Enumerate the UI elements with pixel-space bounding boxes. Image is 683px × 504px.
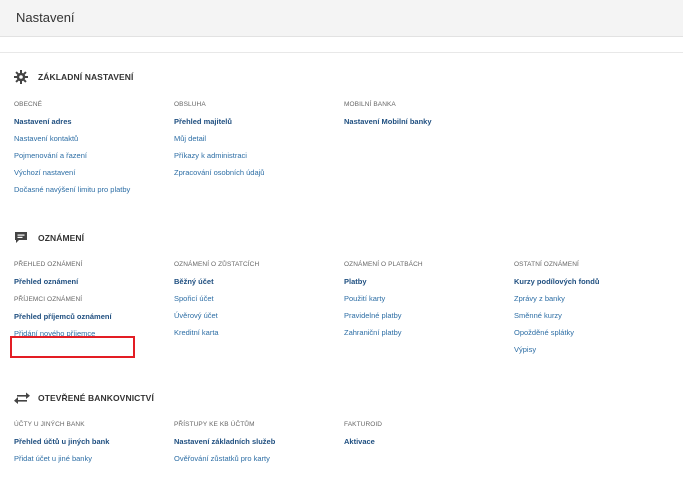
link-payments[interactable]: Platby — [344, 276, 504, 288]
category-label: OSTATNÍ OZNÁMENÍ — [514, 261, 579, 268]
link-admin-orders[interactable]: Příkazy k administraci — [174, 150, 334, 162]
link-foreign-payments[interactable]: Zahraniční platby — [344, 327, 504, 339]
chat-bubble-icon — [14, 231, 30, 245]
link-standing-payments[interactable]: Pravidelné platby — [344, 310, 504, 322]
col-balance-notifications: OZNÁMENÍ O ZŮSTATCÍCH Běžný účet Spořicí… — [174, 259, 334, 344]
link-basic-services[interactable]: Nastavení základních služeb — [174, 436, 334, 448]
col-kb-access: PŘÍSTUPY KE KB ÚČTŮM Nastavení základníc… — [174, 419, 334, 470]
link-exchange-rates[interactable]: Směnné kurzy — [514, 310, 674, 322]
category-label: PŘÍJEMCI OZNÁMENÍ — [14, 296, 83, 303]
category-label: FAKTUROID — [344, 421, 383, 428]
link-add-other-bank-account[interactable]: Přidat účet u jiné banky — [14, 453, 174, 465]
page-title: Nastavení — [16, 10, 75, 25]
category-label: ÚČTY U JINÝCH BANK — [14, 421, 85, 428]
link-fakturoid-activation[interactable]: Aktivace — [344, 436, 504, 448]
link-late-installments[interactable]: Opožděné splátky — [514, 327, 674, 339]
link-naming-order[interactable]: Pojmenování a řazení — [14, 150, 174, 162]
col-service: OBSLUHA Přehled majitelů Můj detail Přík… — [174, 99, 334, 184]
link-owners-overview[interactable]: Přehled majitelů — [174, 116, 334, 128]
link-contact-settings[interactable]: Nastavení kontaktů — [14, 133, 174, 145]
gear-icon — [14, 70, 30, 84]
link-credit-card[interactable]: Kreditní karta — [174, 327, 334, 339]
col-general: OBECNÉ Nastavení adres Nastavení kontakt… — [14, 99, 174, 201]
link-temp-limit[interactable]: Dočasné navýšení limitu pro platby — [14, 184, 174, 196]
link-savings-account[interactable]: Spořicí účet — [174, 293, 334, 305]
category-label: OBECNÉ — [14, 101, 43, 108]
col-fakturoid: FAKTUROID Aktivace — [344, 419, 504, 453]
category-label: PŘEHLED OZNÁMENÍ — [14, 261, 83, 268]
category-label: OZNÁMENÍ O PLATBÁCH — [344, 261, 423, 268]
section-notifications-title: OZNÁMENÍ — [38, 233, 85, 243]
link-other-bank-accounts[interactable]: Přehled účtů u jiných bank — [14, 436, 174, 448]
link-bank-messages[interactable]: Zprávy z banky — [514, 293, 674, 305]
link-recipients-overview[interactable]: Přehled příjemců oznámení — [14, 311, 174, 323]
col-other-notifications: OSTATNÍ OZNÁMENÍ Kurzy podílových fondů … — [514, 259, 674, 361]
link-mobile-bank-settings[interactable]: Nastavení Mobilní banky — [344, 116, 504, 128]
section-openbanking-header: OTEVŘENÉ BANKOVNICTVÍ — [14, 389, 154, 407]
section-openbanking-title: OTEVŘENÉ BANKOVNICTVÍ — [38, 393, 154, 403]
link-my-detail[interactable]: Můj detail — [174, 133, 334, 145]
category-label: OZNÁMENÍ O ZŮSTATCÍCH — [174, 261, 260, 268]
link-loan-account[interactable]: Úvěrový účet — [174, 310, 334, 322]
link-current-account[interactable]: Běžný účet — [174, 276, 334, 288]
category-label: OBSLUHA — [174, 101, 206, 108]
link-personal-data[interactable]: Zpracování osobních údajů — [174, 167, 334, 179]
category-label: MOBILNÍ BANKA — [344, 101, 396, 108]
link-card-usage[interactable]: Použití karty — [344, 293, 504, 305]
category-label: PŘÍSTUPY KE KB ÚČTŮM — [174, 421, 255, 428]
col-other-bank-accounts: ÚČTY U JINÝCH BANK Přehled účtů u jiných… — [14, 419, 174, 470]
page-header: Nastavení — [0, 0, 683, 37]
col-mobile-bank: MOBILNÍ BANKA Nastavení Mobilní banky — [344, 99, 504, 133]
transfer-arrows-icon — [14, 391, 30, 405]
link-statements[interactable]: Výpisy — [514, 344, 674, 356]
col-payment-notifications: OZNÁMENÍ O PLATBÁCH Platby Použití karty… — [344, 259, 504, 344]
highlight-box — [10, 336, 135, 358]
link-notifications-overview[interactable]: Přehled oznámení — [14, 276, 174, 288]
settings-panel: ZÁKLADNÍ NASTAVENÍ OBECNÉ Nastavení adre… — [0, 52, 683, 504]
section-basic-title: ZÁKLADNÍ NASTAVENÍ — [38, 72, 134, 82]
link-balance-verification[interactable]: Ověřování zůstatků pro karty — [174, 453, 334, 465]
link-fund-rates[interactable]: Kurzy podílových fondů — [514, 276, 674, 288]
link-default-settings[interactable]: Výchozí nastavení — [14, 167, 174, 179]
section-basic-header: ZÁKLADNÍ NASTAVENÍ — [14, 68, 133, 86]
col-notifications-overview: PŘEHLED OZNÁMENÍ Přehled oznámení PŘÍJEM… — [14, 259, 174, 345]
section-notifications-header: OZNÁMENÍ — [14, 229, 84, 247]
link-address-settings[interactable]: Nastavení adres — [14, 116, 174, 128]
